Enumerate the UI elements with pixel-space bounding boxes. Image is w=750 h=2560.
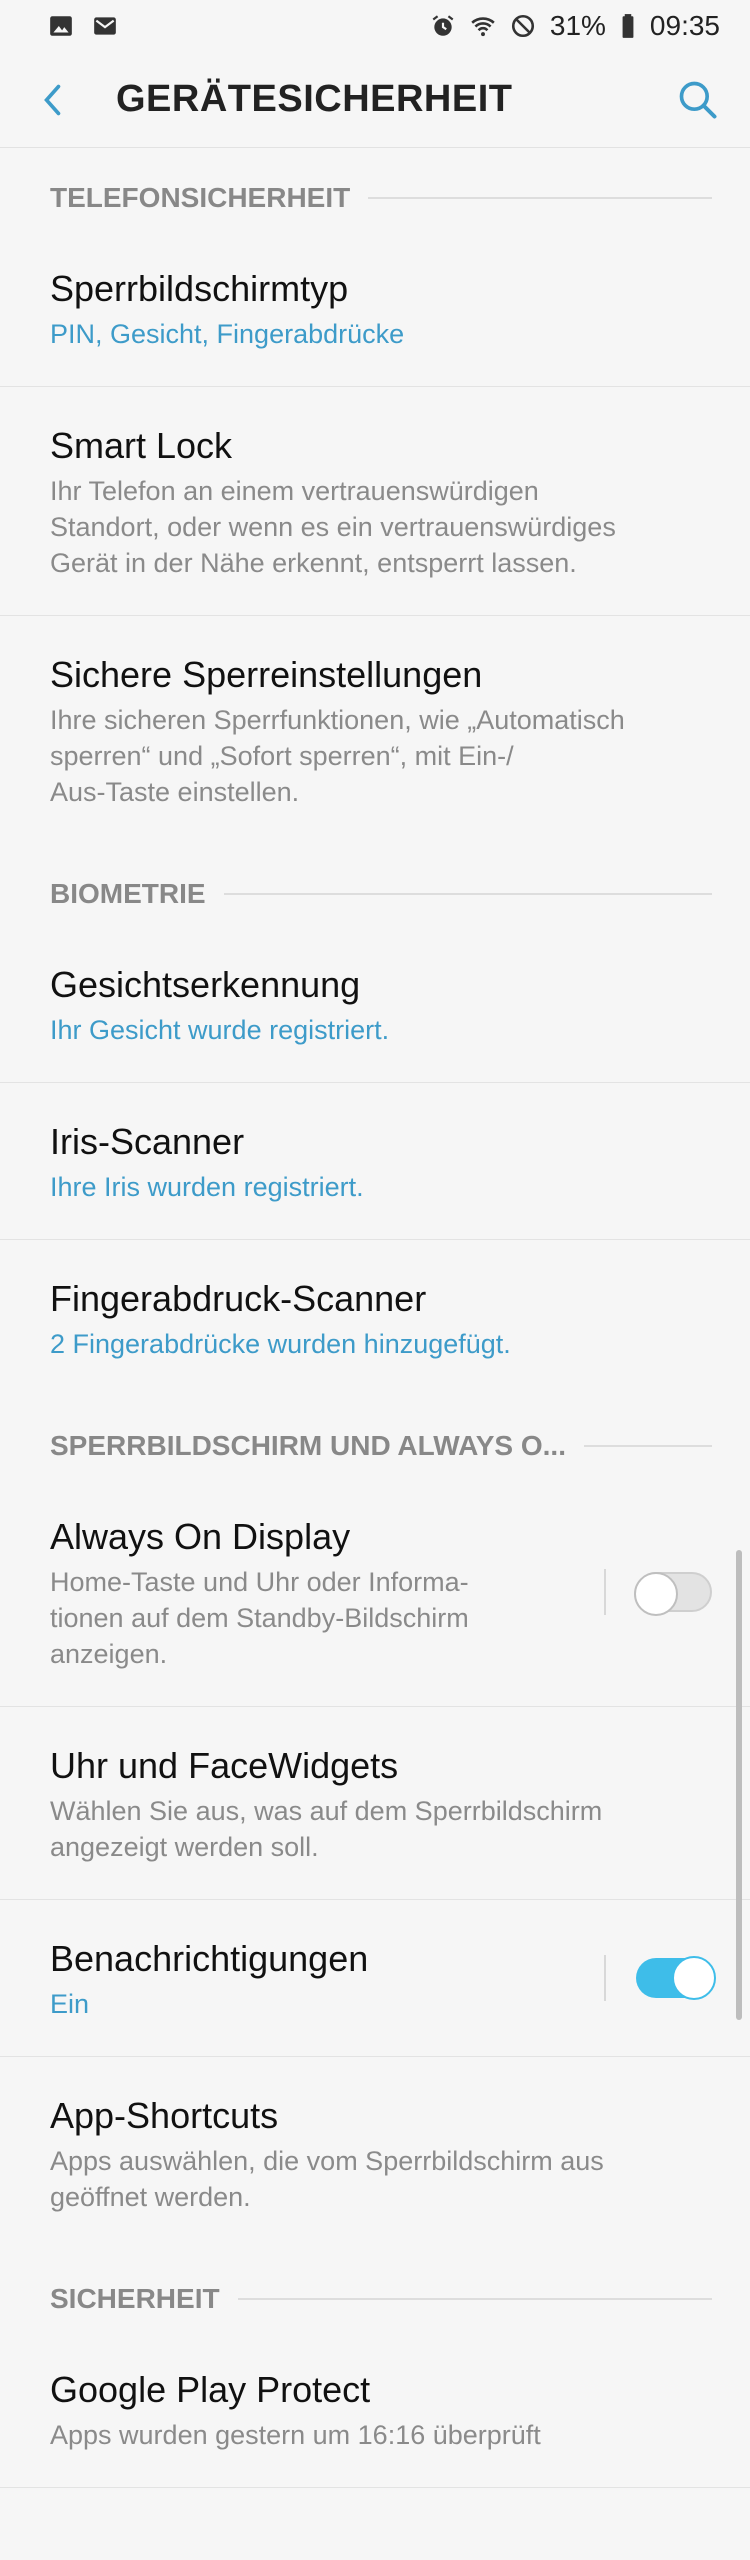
item-title: Google Play Protect (50, 2369, 371, 2410)
item-subtitle: 2 Fingerabdrücke wurden hinzugefügt. (50, 1329, 511, 1359)
item-title: Fingerabdruck-Scanner (50, 1278, 427, 1319)
item-title: Iris-Scanner (50, 1121, 245, 1162)
item-title: Smart Lock (50, 425, 233, 466)
item-subtitle: Ihre Iris wurden registriert. (50, 1172, 364, 1202)
battery-icon (622, 14, 634, 38)
item-app-shortcuts[interactable]: App-Shortcuts Apps auswählen, die vom Sp… (0, 2057, 750, 2249)
image-icon (50, 16, 72, 36)
app-bar: GERÄTESICHERHEIT (0, 52, 750, 148)
item-always-on-display[interactable]: Always On Display Home-Taste und Uhr ode… (0, 1478, 750, 1707)
item-smart-lock[interactable]: Smart Lock Ihr Telefon an einem vertraue… (0, 387, 750, 616)
item-subtitle: Ihre sicheren Sperrfunktionen, wie „Auto… (50, 705, 625, 807)
always-on-display-toggle[interactable] (634, 1572, 712, 1616)
back-chevron-icon[interactable] (36, 82, 72, 118)
do-not-disturb-icon (511, 14, 534, 38)
wifi-icon (471, 17, 495, 37)
section-header-label: TELEFONSICHERHEIT (50, 182, 351, 213)
item-subtitle: Wählen Sie aus, was auf dem Sperrbildsch… (50, 1796, 603, 1862)
section-header-biometrie: BIOMETRIE (0, 862, 750, 926)
item-subtitle: Ihr Gesicht wurde registriert. (50, 1015, 390, 1045)
section-header-sicherheit: SICHERHEIT (0, 2267, 750, 2331)
battery-percent: 31% (549, 10, 606, 41)
item-iris-scanner[interactable]: Iris-Scanner Ihre Iris wurden registrier… (0, 1083, 750, 1240)
status-right: 31% 09:35 (430, 10, 720, 42)
item-subtitle: Apps auswählen, die vom Sperrbildschirm … (50, 2146, 604, 2212)
item-title: Sperrbildschirmtyp (50, 268, 349, 309)
item-title: Benachrichtigungen (50, 1938, 369, 1979)
benachrichtigungen-toggle[interactable] (636, 1956, 716, 2000)
status-bar: 31% 09:35 (0, 0, 750, 52)
section-header-label: SPERRBILDSCHIRM UND ALWAYS O... (50, 1430, 566, 1461)
alarm-icon (432, 15, 454, 36)
search-icon[interactable] (676, 78, 720, 122)
item-subtitle: Home-Taste und Uhr oder Informa- tionen … (50, 1567, 469, 1669)
section-header-label: SICHERHEIT (50, 2283, 220, 2314)
clock: 09:35 (649, 10, 720, 41)
item-title: Sichere Sperreinstellungen (50, 654, 483, 695)
item-benachrichtigungen[interactable]: Benachrichtigungen Ein (0, 1900, 750, 2057)
section-header-sperrbildschirm: SPERRBILDSCHIRM UND ALWAYS O... (0, 1414, 750, 1478)
divider (368, 197, 712, 199)
item-title: Gesichtserkennung (50, 964, 361, 1005)
section-header-label: BIOMETRIE (50, 878, 206, 909)
item-title: App-Shortcuts (50, 2095, 279, 2136)
scrollbar[interactable] (736, 1550, 742, 2020)
item-sperrbildschirmtyp[interactable]: Sperrbildschirmtyp PIN, Gesicht, Fingera… (0, 230, 750, 387)
status-left (48, 13, 118, 39)
item-fingerabdruck-scanner[interactable]: Fingerabdruck-Scanner 2 Fingerabdrücke w… (0, 1240, 750, 1396)
item-uhr-und-facewidgets[interactable]: Uhr und FaceWidgets Wählen Sie aus, was … (0, 1707, 750, 1900)
mail-icon (94, 17, 116, 35)
item-sichere-sperreinstellungen[interactable]: Sichere Sperreinstellungen Ihre sicheren… (0, 616, 750, 844)
item-subtitle: Ihr Telefon an einem vertrauenswürdigen … (50, 476, 616, 578)
item-gesichtserkennung[interactable]: Gesichtserkennung Ihr Gesicht wurde regi… (0, 926, 750, 1083)
section-header-telefonsicherheit: TELEFONSICHERHEIT (0, 166, 750, 230)
page-title: GERÄTESICHERHEIT (116, 78, 513, 120)
item-google-play-protect[interactable]: Google Play Protect Apps wurden gestern … (0, 2331, 750, 2488)
item-title: Always On Display (50, 1516, 351, 1557)
divider (583, 1445, 712, 1447)
divider (237, 2298, 712, 2300)
item-subtitle: PIN, Gesicht, Fingerabdrücke (50, 319, 405, 349)
divider (223, 893, 712, 895)
divider (604, 1569, 606, 1615)
item-subtitle: Ein (50, 1989, 90, 2019)
divider (604, 1955, 606, 2001)
item-title: Uhr und FaceWidgets (50, 1745, 399, 1786)
item-subtitle: Apps wurden gestern um 16:16 überprüft (50, 2420, 541, 2450)
